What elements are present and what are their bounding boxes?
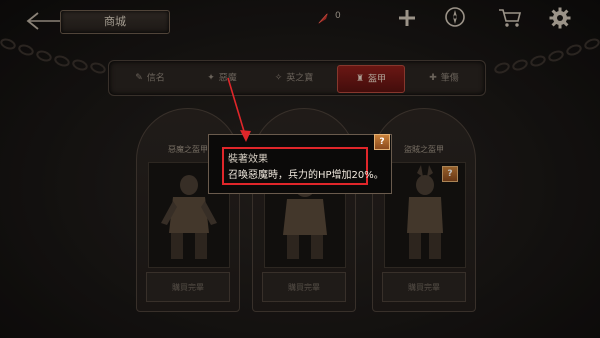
annotation-arrow: [227, 77, 251, 142]
